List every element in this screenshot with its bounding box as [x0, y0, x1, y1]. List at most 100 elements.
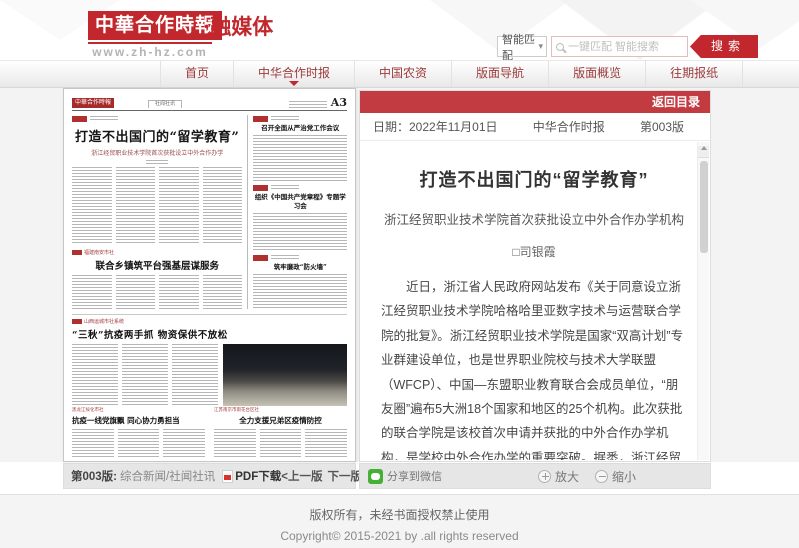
text-column: [116, 275, 156, 309]
copyright-line-cn: 版权所有，未经书面授权禁止使用: [0, 506, 799, 523]
red-tag-icon: [72, 319, 82, 324]
red-tag-icon: [253, 116, 268, 122]
nav-item-past-issues[interactable]: 往期报纸: [646, 61, 743, 87]
paper-bottom-region: 黑龙江绥化市社 抗疫一线党旗飘 同心协力勇担当 江苏南京市雨花台区社 全力支援兄…: [72, 407, 347, 459]
kicker-text-lines: [271, 185, 299, 190]
bottom-right-columns: [214, 429, 347, 459]
zoom-controls: 放大 缩小: [538, 468, 636, 485]
text-column: [72, 167, 112, 245]
bottom-right-article: 江苏南京市雨花台区社 全力支援兄弟区疫情防控: [214, 407, 347, 459]
zoom-in-label: 放大: [555, 468, 579, 485]
text-column: [163, 429, 205, 459]
bottom-left-kicker: 黑龙江绥化市社: [72, 407, 205, 413]
text-column: [159, 167, 199, 245]
nav-item-page-overview[interactable]: 版面概览: [549, 61, 646, 87]
text-column: [72, 275, 112, 309]
toolbar-section-label: 综合新闻/社闻社讯: [120, 468, 215, 484]
text-column: [172, 344, 218, 406]
nav-item-page-navigation[interactable]: 版面导航: [452, 61, 549, 87]
text-column: [253, 135, 347, 181]
lower-article-kicker: 山西运城市社系统: [72, 318, 347, 325]
newspaper-page-thumbnail[interactable]: 中華合作時報 社闻社讯 A3 打造不出国门的“留学教育” 浙江经贸职业技术学院首…: [63, 88, 356, 462]
lower-article-body: [72, 344, 347, 406]
nav-item-home[interactable]: 首页: [160, 61, 234, 87]
pdf-icon: [222, 470, 233, 483]
text-column: [72, 429, 114, 459]
page-toolbar: 第003版: 综合新闻/社闻社讯 PDF下载 <上一版 下一版 >: [63, 463, 356, 489]
article-paragraph: 近日，浙江省人民政府网站发布《关于同意设立浙江经贸职业技术学院哈格哈里亚数字技术…: [381, 275, 687, 460]
paper-top-region: 打造不出国门的“留学教育” 浙江经贸职业技术学院首次获批设立中外合作办学 福建南…: [72, 115, 347, 309]
site-url: www.zh-hz.com: [82, 45, 218, 59]
paper-masthead-right: A3: [289, 98, 347, 108]
right-col-kicker: [253, 115, 347, 122]
mid-article-headline[interactable]: 联合乡镇筑平台强基层谋服务: [72, 258, 242, 272]
logo-underline: [88, 42, 212, 44]
toolbar-edition-label: 第003版:: [71, 468, 117, 484]
mid-body-columns: [72, 275, 242, 309]
paper-masthead: 中華合作時報 社闻社讯 A3: [72, 96, 347, 111]
article-author: □司银霞: [381, 243, 687, 260]
main-nav: 首页 中华合作时报 中国农资 版面导航 版面概览 往期报纸: [0, 60, 799, 88]
paper-lower-region: 山西运城市社系统 “三秋”抗疫两手抓 物资保供不放松: [72, 314, 347, 402]
zoom-out-button[interactable]: 缩小: [595, 468, 636, 485]
kicker-text-lines: [271, 116, 299, 121]
lower-article-headline[interactable]: “三秋”抗疫两手抓 物资保供不放松: [72, 327, 347, 341]
text-column: [72, 344, 118, 406]
kicker-text-lines: [90, 116, 118, 121]
nav-item-zhhz-times[interactable]: 中华合作时报: [234, 61, 355, 87]
chevron-down-icon: ▾: [538, 41, 543, 52]
text-column: [260, 429, 302, 459]
site-footer: 版权所有，未经书面授权禁止使用 Copyright© 2015-2021 by …: [0, 494, 799, 548]
bottom-left-headline[interactable]: 抗疫一线党旗飘 同心协力勇担当: [72, 415, 205, 426]
search-icon: [556, 43, 564, 51]
right-col-headline-1[interactable]: 召开全面从严治党工作会议: [253, 124, 347, 133]
article-scrollbar[interactable]: [697, 142, 709, 460]
search-mode-select[interactable]: 智能匹配 ▾: [497, 36, 547, 57]
right-col-kicker: [253, 254, 347, 261]
bottom-left-columns: [72, 429, 205, 459]
mid-kicker-text: 福建南安市社: [84, 249, 114, 256]
minus-icon: [595, 470, 608, 483]
zoom-in-button[interactable]: 放大: [538, 468, 579, 485]
lower-kicker-text: 山西运城市社系统: [84, 318, 124, 325]
pdf-download-link[interactable]: PDF下载: [235, 468, 281, 484]
text-column: [116, 167, 156, 245]
right-col-kicker: [253, 184, 347, 191]
paper-section-tab: 社闻社讯: [148, 100, 182, 108]
paper-lead-column: 打造不出国门的“留学教育” 浙江经贸职业技术学院首次获批设立中外合作办学 福建南…: [72, 115, 247, 309]
previous-page-link[interactable]: <上一版: [281, 468, 322, 484]
search-mode-value: 智能匹配: [502, 31, 538, 61]
copyright-line-en: Copyright© 2015-2021 by .all rights rese…: [0, 529, 799, 543]
search-button[interactable]: 搜索: [690, 35, 758, 58]
article-paper-name: 中华合作时报: [533, 118, 605, 135]
article-meta-row: 日期：2022年11月01日 中华合作时报 第003版: [360, 113, 710, 141]
article-body: 打造不出国门的“留学教育” 浙江经贸职业技术学院首次获批设立中外合作办学机构 □…: [360, 142, 697, 460]
text-column: [122, 344, 168, 406]
kicker-text-lines: [271, 255, 299, 260]
right-col-headline-2[interactable]: 组织《中国共产党章程》专题学习会: [253, 193, 347, 211]
lead-byline-lines: [146, 160, 168, 164]
bottom-left-article: 黑龙江绥化市社 抗疫一线党旗飘 同心协力勇担当: [72, 407, 205, 459]
lower-body-columns: [72, 344, 218, 406]
red-tag-icon: [253, 255, 268, 261]
lead-article-subtitle: 浙江经贸职业技术学院首次获批设立中外合作办学: [72, 148, 242, 157]
article-toolbar: 分享到微信 放大 缩小: [359, 463, 711, 489]
lead-article-headline[interactable]: 打造不出国门的“留学教育”: [72, 126, 242, 145]
wechat-share-icon[interactable]: [368, 469, 383, 484]
article-panel: 返回目录 日期：2022年11月01日 中华合作时报 第003版 打造不出国门的…: [359, 90, 711, 462]
search-input[interactable]: [568, 41, 683, 53]
right-col-headline-3[interactable]: 筑牢廉政“防火墙”: [253, 263, 347, 272]
scrollbar-up-arrow-icon[interactable]: [698, 146, 709, 158]
paper-date-lines: [289, 101, 327, 108]
site-header: 中華合作時報 ·融媒体 www.zh-hz.com 智能匹配 ▾ 搜索: [0, 0, 799, 60]
article-date: 日期：2022年11月01日: [373, 118, 498, 135]
nav-item-china-agri[interactable]: 中国农资: [355, 61, 452, 87]
article-title: 打造不出国门的“留学教育”: [381, 166, 687, 192]
mid-article-kicker: 福建南安市社: [72, 249, 242, 256]
red-tag-icon: [72, 116, 87, 122]
bottom-right-kicker: 江苏南京市雨花台区社: [214, 407, 347, 413]
share-wechat-link[interactable]: 分享到微信: [387, 468, 442, 484]
back-to-toc-link[interactable]: 返回目录: [652, 91, 700, 113]
scrollbar-thumb[interactable]: [700, 161, 708, 253]
bottom-right-headline[interactable]: 全力支援兄弟区疫情防控: [214, 415, 347, 426]
